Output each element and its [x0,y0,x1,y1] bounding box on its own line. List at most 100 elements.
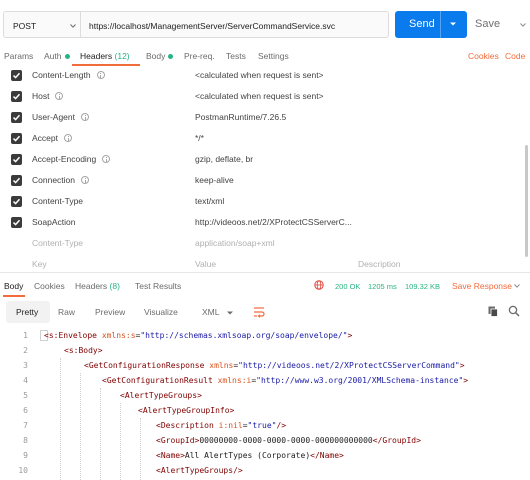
header-row: Accept-Encoding gzip, deflate, br [0,150,522,171]
wrap-lines-icon[interactable] [253,306,265,318]
view-preview[interactable]: Preview [95,307,125,317]
tab-body[interactable]: Body [146,51,174,61]
header-value[interactable]: PostmanRuntime/7.26.5 [195,112,286,122]
response-time[interactable]: 1205 ms [368,282,397,291]
header-key[interactable]: Connection [32,175,90,185]
tab-headers[interactable]: Headers (12) [80,51,130,61]
tab-response-headers[interactable]: Headers (8) [75,281,120,291]
tab-prereq[interactable]: Pre-req. [184,51,215,61]
indent-guide [60,358,61,480]
search-icon[interactable] [508,305,520,317]
header-value[interactable]: application/soap+xml [195,238,275,248]
line-number: 10 [18,466,28,475]
new-value-input[interactable]: Value [195,259,216,269]
view-raw[interactable]: Raw [58,307,75,317]
info-icon[interactable] [55,92,64,100]
header-checkbox[interactable] [11,154,22,165]
header-key[interactable]: Content-Length [32,70,105,80]
send-dropdown-icon[interactable] [450,21,456,27]
header-row: Content-Type text/xml [0,192,522,213]
chevron-down-icon[interactable] [227,310,233,316]
new-description-input[interactable]: Description [358,259,401,269]
chevron-down-icon [70,23,76,29]
code-line: <AlertTypeGroupInfo> [138,406,235,415]
header-key[interactable]: Accept [32,133,72,143]
new-key-input[interactable]: Key [32,259,47,269]
header-value[interactable]: */* [195,133,204,143]
header-checkbox[interactable] [11,217,22,228]
header-value[interactable]: keep-alive [195,175,234,185]
header-key[interactable]: Host [32,91,64,101]
tab-params[interactable]: Params [4,51,33,61]
view-visualize[interactable]: Visualize [144,307,178,317]
tab-auth[interactable]: Auth [44,51,70,61]
code-line: <Name>All AlertTypes (Corporate)</Name> [156,451,344,460]
header-value[interactable]: http://videoos.net/2/XProtectCSServerC..… [195,217,352,227]
url-input[interactable]: https://localhost/ManagementServer/Serve… [80,11,389,38]
tab-body-label: Body [146,51,166,61]
header-value[interactable]: text/xml [195,196,224,206]
header-row: SoapAction http://videoos.net/2/XProtect… [0,213,522,234]
header-value[interactable]: <calculated when request is sent> [195,91,324,101]
code-line: <s:Envelope xmlns:s="http://schemas.xmls… [44,331,353,340]
cookies-link[interactable]: Cookies [468,51,499,61]
header-checkbox[interactable] [11,91,22,102]
header-key-text: Accept [32,133,58,143]
format-select[interactable]: XML [202,307,219,317]
header-key[interactable]: Content-Type [32,196,83,206]
code-line: <GroupId>00000000-0000-0000-0000-0000000… [156,436,421,445]
line-number: 9 [23,451,28,460]
status-dot [168,54,174,60]
view-pretty[interactable]: Pretty [16,307,38,317]
indent-guide [140,418,141,480]
chevron-down-icon[interactable] [514,283,520,289]
tab-response-cookies[interactable]: Cookies [34,281,65,291]
globe-icon[interactable] [314,280,324,290]
tab-settings[interactable]: Settings [258,51,289,61]
info-icon[interactable] [102,155,111,163]
info-icon[interactable] [81,113,89,121]
header-key[interactable]: SoapAction [32,217,75,227]
header-key-text: Host [32,91,50,101]
header-checkbox[interactable] [11,133,22,144]
response-size[interactable]: 109.32 KB [405,282,440,291]
tab-tests[interactable]: Tests [226,51,246,61]
header-value[interactable]: <calculated when request is sent> [195,70,324,80]
header-checkbox[interactable] [11,70,22,81]
copy-icon[interactable] [488,306,498,317]
header-row: Connection keep-alive [0,171,522,192]
code-link[interactable]: Code [505,51,525,61]
header-key[interactable]: Accept-Encoding [32,154,111,164]
header-key[interactable]: User-Agent [32,112,89,122]
chevron-down-icon[interactable] [520,22,526,28]
header-value[interactable]: gzip, deflate, br [195,154,253,164]
info-icon[interactable] [96,71,105,79]
response-body-code[interactable]: 1 2 3 4 5 6 7 8 9 10 <s:Envelope xmlns:s… [0,328,530,480]
method-select[interactable]: POST [3,11,80,38]
info-icon[interactable] [81,176,90,184]
format-label: XML [202,307,220,317]
send-label: Send [409,18,435,30]
tab-test-results[interactable]: Test Results [135,281,181,291]
url-text: https://localhost/ManagementServer/Serve… [89,21,336,31]
line-number: 1 [23,331,28,340]
status-dot [64,54,70,60]
active-tab-indicator [3,295,25,297]
save-response-button[interactable]: Save Response [452,281,512,291]
header-checkbox[interactable] [11,175,22,186]
send-button[interactable]: Send [395,11,467,38]
headers-scrollbar[interactable] [525,145,528,257]
tab-response-body[interactable]: Body [4,281,23,291]
save-label: Save [475,18,501,30]
response-tabs: Body Cookies Headers (8) Test Results 20… [0,272,530,297]
headers-count: (12) [114,51,130,61]
status-code[interactable]: 200 OK [335,282,360,291]
line-number: 7 [23,421,28,430]
header-checkbox[interactable] [11,112,22,123]
code-line: <s:Body> [64,346,103,355]
save-button[interactable]: Save [470,11,530,38]
header-key[interactable]: Content-Type [32,238,83,248]
header-checkbox[interactable] [11,196,22,207]
info-icon[interactable] [64,134,72,142]
header-key-text: Content-Length [32,70,91,80]
